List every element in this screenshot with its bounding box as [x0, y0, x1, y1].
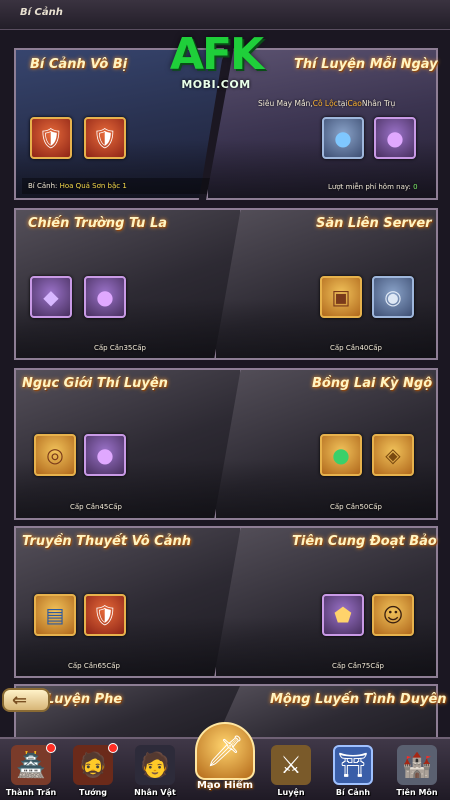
free-attempts-count: 0 — [413, 183, 418, 191]
card-title-nguc-gioi-thi-luyen: Ngục Giới Thí Luyện — [22, 376, 168, 391]
training-icon: ⚔ — [271, 745, 311, 785]
required-level: Cấp Cần65Cấp — [68, 662, 120, 670]
reward-item-crystal[interactable]: ◆ — [30, 276, 72, 318]
notification-dot — [46, 743, 56, 753]
reward-item-armor[interactable]: 🛡 — [84, 594, 126, 636]
nav-bi-canh[interactable]: ⛩ Bí Cảnh — [328, 745, 378, 799]
armor-icon: 🛡 — [38, 126, 64, 150]
card-title-bi-canh-vo-bi: Bí Cảnh Vô Bị — [30, 57, 128, 72]
required-level: Cấp Cần40Cấp — [330, 344, 382, 352]
armor-icon: 🛡 — [92, 603, 118, 627]
card-title-san-lien-server: Săn Liên Server — [316, 216, 432, 231]
character-icon: 🧑 — [135, 745, 175, 785]
shield-icon: ⬟ — [334, 603, 352, 627]
reward-item-purple-orb[interactable]: ● — [84, 276, 126, 318]
adventure-icon: 🗡 — [195, 722, 255, 780]
back-button[interactable]: ⇐ — [2, 688, 50, 712]
notification-dot — [108, 743, 118, 753]
back-arrow-icon: ⇐ — [12, 690, 28, 711]
free-attempts: Lượt miễn phí hôm nay: 0 — [328, 183, 418, 191]
general-icon: 🧔 — [73, 745, 113, 785]
card-title-thi-luyen-moi-ngay: Thí Luyện Mỗi Ngày — [294, 57, 438, 72]
card-title-mong-luyen-tinh-duyen: Mộng Luyến Tình Duyên — [270, 692, 447, 707]
reward-item-mirror[interactable]: ◎ — [34, 434, 76, 476]
nav-luyen[interactable]: ⚔ Luyện — [266, 745, 316, 799]
reward-item-purple-orb[interactable]: ● — [374, 117, 416, 159]
hero-portrait-icon: ☺ — [382, 603, 404, 627]
card-title-luyen-phe: Luyện Phe — [46, 692, 123, 707]
treasure-chest-icon: ▣ — [331, 285, 351, 309]
purple-orb-icon: ● — [96, 443, 114, 467]
town-icon: 🏯 — [11, 745, 51, 785]
purple-orb-icon: ● — [386, 126, 404, 150]
nav-nhan-vat[interactable]: 🧑 Nhân Vật — [130, 745, 180, 799]
free-attempts-label: Lượt miễn phí hôm nay: — [328, 183, 411, 191]
afk-logo: AFK MOBI.COM — [166, 32, 266, 96]
dungeon-info-value: Hoa Quả Sơn bậc 1 — [59, 182, 127, 190]
secret-realm-icon: ⛩ — [333, 745, 373, 785]
dungeon-info-label: Bí Cảnh: — [28, 182, 58, 190]
card-title-tien-cung-doat-bao: Tiên Cung Đoạt Bảo — [292, 534, 437, 549]
card-title-chien-truong-tu-la: Chiến Trường Tu La — [28, 216, 168, 231]
nav-thanh-tran[interactable]: 🏯 Thành Trấn — [6, 743, 56, 799]
jade-icon: ● — [332, 443, 350, 467]
reward-item-armor[interactable]: 🛡 — [84, 117, 126, 159]
nav-tien-mon[interactable]: 🏰 Tiên Môn — [392, 745, 442, 799]
reward-item-hero[interactable]: ☺ — [372, 594, 414, 636]
armor-icon: 🛡 — [92, 126, 118, 150]
card-title-truyen-thuyet-vo-canh: Truyền Thuyết Vô Cảnh — [22, 534, 191, 549]
required-level: Cấp Cần35Cấp — [94, 344, 146, 352]
reward-item-blue-orb[interactable]: ● — [322, 117, 364, 159]
reward-item-chest[interactable]: ▣ — [320, 276, 362, 318]
reward-item-purple-orb[interactable]: ● — [84, 434, 126, 476]
nav-mao-hiem[interactable]: 🗡 Mạo Hiểm — [190, 722, 260, 800]
reward-item-scroll[interactable]: ▤ — [34, 594, 76, 636]
reward-item-scroll[interactable]: ◉ — [372, 276, 414, 318]
logo-text: AFK — [169, 29, 264, 80]
coin-icon: ◈ — [385, 443, 401, 467]
blue-orb-icon: ● — [334, 126, 352, 150]
silver-disc-icon: ◉ — [384, 285, 402, 309]
reward-item-armor[interactable]: 🛡 — [30, 117, 72, 159]
dungeon-info: Bí Cảnh: Hoa Quả Sơn bậc 1 — [28, 182, 127, 190]
purple-orb-icon: ● — [96, 285, 114, 309]
daily-trial-description: Siêu May Mắn,Cô LộctạiCaoNhân Trụ — [258, 99, 396, 108]
sect-icon: 🏰 — [397, 745, 437, 785]
required-level: Cấp Cần75Cấp — [332, 662, 384, 670]
mirror-icon: ◎ — [46, 443, 64, 467]
reward-item-coin[interactable]: ◈ — [372, 434, 414, 476]
top-bar: Bí Cảnh — [0, 0, 450, 30]
nav-tuong[interactable]: 🧔 Tướng — [68, 743, 118, 799]
page-title: Bí Cảnh — [20, 7, 63, 18]
crystal-icon: ◆ — [43, 285, 59, 309]
required-level: Cấp Cần50Cấp — [330, 503, 382, 511]
scroll-icon: ▤ — [45, 603, 65, 627]
card-title-bong-lai-ky-ngo: Bồng Lai Kỳ Ngộ — [312, 376, 433, 391]
reward-item-shield[interactable]: ⬟ — [322, 594, 364, 636]
reward-item-jade[interactable]: ● — [320, 434, 362, 476]
required-level: Cấp Cần45Cấp — [70, 503, 122, 511]
